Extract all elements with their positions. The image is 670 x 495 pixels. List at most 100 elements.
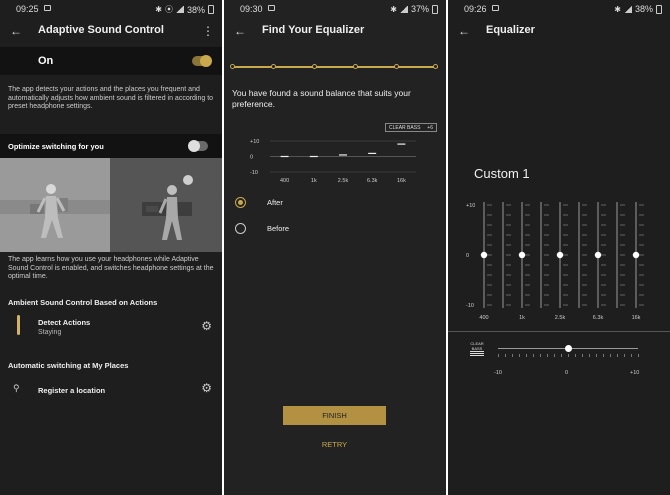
eq-slider-knob[interactable]	[594, 251, 602, 259]
status-time: 09:26	[464, 4, 487, 14]
eq-slider-knob[interactable]	[518, 251, 526, 259]
register-location-title[interactable]: Register a location	[38, 386, 105, 395]
illustration-walking-outdoor	[0, 158, 110, 252]
clear-bass-mid-label: 0	[565, 370, 569, 376]
clear-bass-tick	[575, 354, 576, 357]
page-title: Equalizer	[486, 24, 535, 36]
battery-icon	[432, 4, 438, 14]
image-notification-icon	[44, 5, 51, 11]
mini-equalizer-chart: +10 0 -10 400 1k 2.5k 6.3k 16k	[250, 139, 416, 184]
clear-bass-max-label: +10	[630, 370, 640, 376]
clear-bass-tick	[561, 354, 562, 357]
x-tick-label: 400	[280, 178, 289, 184]
app-bar: ← Equalizer	[448, 18, 670, 44]
battery-percent: 37%	[410, 4, 429, 14]
status-bar: 09:26 ✱ 38%	[448, 0, 670, 18]
clear-bass-tick	[505, 354, 506, 357]
optimize-switching-row[interactable]: Optimize switching for you	[0, 134, 222, 158]
finish-button[interactable]: FINISH	[283, 406, 386, 425]
clear-bass-tick	[589, 354, 590, 357]
on-label: On	[38, 55, 54, 67]
after-radio[interactable]	[235, 197, 246, 208]
clear-bass-tick	[596, 354, 597, 357]
signal-icon	[175, 6, 184, 13]
master-switch-row[interactable]: On	[0, 47, 222, 75]
x-tick-label: 400	[479, 315, 488, 321]
progress-step	[271, 64, 276, 69]
progress-track	[230, 64, 438, 69]
y-tick-label: 0	[250, 155, 253, 161]
description-text: The app detects your actions and the pla…	[8, 86, 214, 110]
back-arrow-icon[interactable]: ←	[234, 24, 246, 38]
person-standing-icon	[17, 315, 20, 335]
signal-icon	[623, 5, 632, 13]
clear-bass-badge: CLEAR BASS +6	[385, 123, 437, 132]
clear-bass-tick	[512, 354, 513, 357]
y-tick-label: -10	[466, 303, 474, 309]
clear-bass-tick	[624, 354, 625, 357]
adaptive-toggle[interactable]	[192, 55, 212, 67]
x-tick-label: 16k	[397, 178, 406, 184]
x-tick-label: 6.3k	[593, 315, 604, 321]
back-arrow-icon[interactable]: ←	[10, 24, 22, 38]
detect-actions-status: Staying	[38, 329, 62, 336]
optimize-label: Optimize switching for you	[8, 142, 104, 151]
retry-button[interactable]: RETRY	[283, 440, 386, 449]
location-pin-icon: ⚲	[13, 383, 20, 393]
status-bar: 09:30 ✱ 37%	[224, 0, 446, 18]
back-arrow-icon[interactable]: ←	[458, 24, 470, 38]
status-time: 09:30	[240, 4, 263, 14]
adaptive-sound-control-screen: 09:25 ✱ ⦿ 38% ← Adaptive Sound Control ⋮…	[0, 0, 222, 495]
clear-bass-tick	[638, 354, 639, 357]
preset-name: Custom 1	[474, 166, 530, 181]
battery-percent: 38%	[634, 4, 653, 14]
clear-bass-tick	[582, 354, 583, 357]
progress-step	[230, 64, 235, 69]
illustration-walking-night	[110, 158, 222, 252]
eq-slider-knob[interactable]	[556, 251, 564, 259]
clear-bass-tick	[610, 354, 611, 357]
detect-actions-gear-icon[interactable]: ⚙	[201, 319, 212, 333]
app-bar: ← Adaptive Sound Control ⋮	[0, 18, 222, 44]
x-tick-label: 2.5k	[555, 315, 566, 321]
battery-percent: 38%	[186, 4, 205, 15]
more-options-icon[interactable]: ⋮	[202, 24, 214, 38]
x-tick-label: 1k	[311, 178, 317, 184]
before-radio[interactable]	[235, 223, 246, 234]
eq-slider-knob[interactable]	[632, 251, 640, 259]
clear-bass-tick	[603, 354, 604, 357]
battery-icon	[208, 5, 214, 14]
equalizer-screen: 09:26 ✱ 38% ← Equalizer Custom 1 +10 0 -10…	[448, 0, 670, 495]
clear-bass-tick	[547, 354, 548, 357]
clear-bass-tick	[540, 354, 541, 357]
status-time: 09:25	[16, 4, 39, 14]
clear-bass-icon: CLEAR BASS	[470, 341, 484, 357]
y-tick-label: 0	[466, 253, 469, 259]
clear-bass-tick	[631, 354, 632, 357]
detect-actions-title[interactable]: Detect Actions	[38, 318, 90, 327]
progress-step	[394, 64, 399, 69]
progress-step	[353, 64, 358, 69]
clear-bass-tick	[568, 354, 569, 357]
eq-slider-knob[interactable]	[480, 251, 488, 259]
find-equalizer-screen: 09:30 ✱ 37% ← Find Your Equalizer You ha…	[224, 0, 446, 495]
image-notification-icon	[268, 5, 275, 11]
clear-bass-slider[interactable]	[498, 345, 639, 357]
register-location-gear-icon[interactable]: ⚙	[201, 381, 212, 395]
location-icon: ⦿	[164, 5, 173, 14]
clear-bass-knob[interactable]	[564, 345, 572, 352]
battery-icon	[656, 4, 662, 14]
app-bar: ← Find Your Equalizer	[224, 18, 446, 44]
bluetooth-icon: ✱	[155, 5, 162, 14]
y-tick-label: +10	[250, 139, 259, 145]
page-title: Find Your Equalizer	[262, 24, 365, 36]
progress-step	[312, 64, 317, 69]
status-bar: 09:25 ✱ ⦿ 38%	[0, 0, 222, 18]
y-tick-label: -10	[250, 170, 258, 176]
clear-bass-tick	[498, 354, 499, 357]
y-tick-label: +10	[466, 203, 475, 209]
before-label: Before	[267, 224, 290, 233]
section-places-heading: Automatic switching at My Places	[8, 361, 129, 370]
signal-icon	[399, 5, 408, 13]
optimize-toggle[interactable]	[188, 140, 208, 152]
